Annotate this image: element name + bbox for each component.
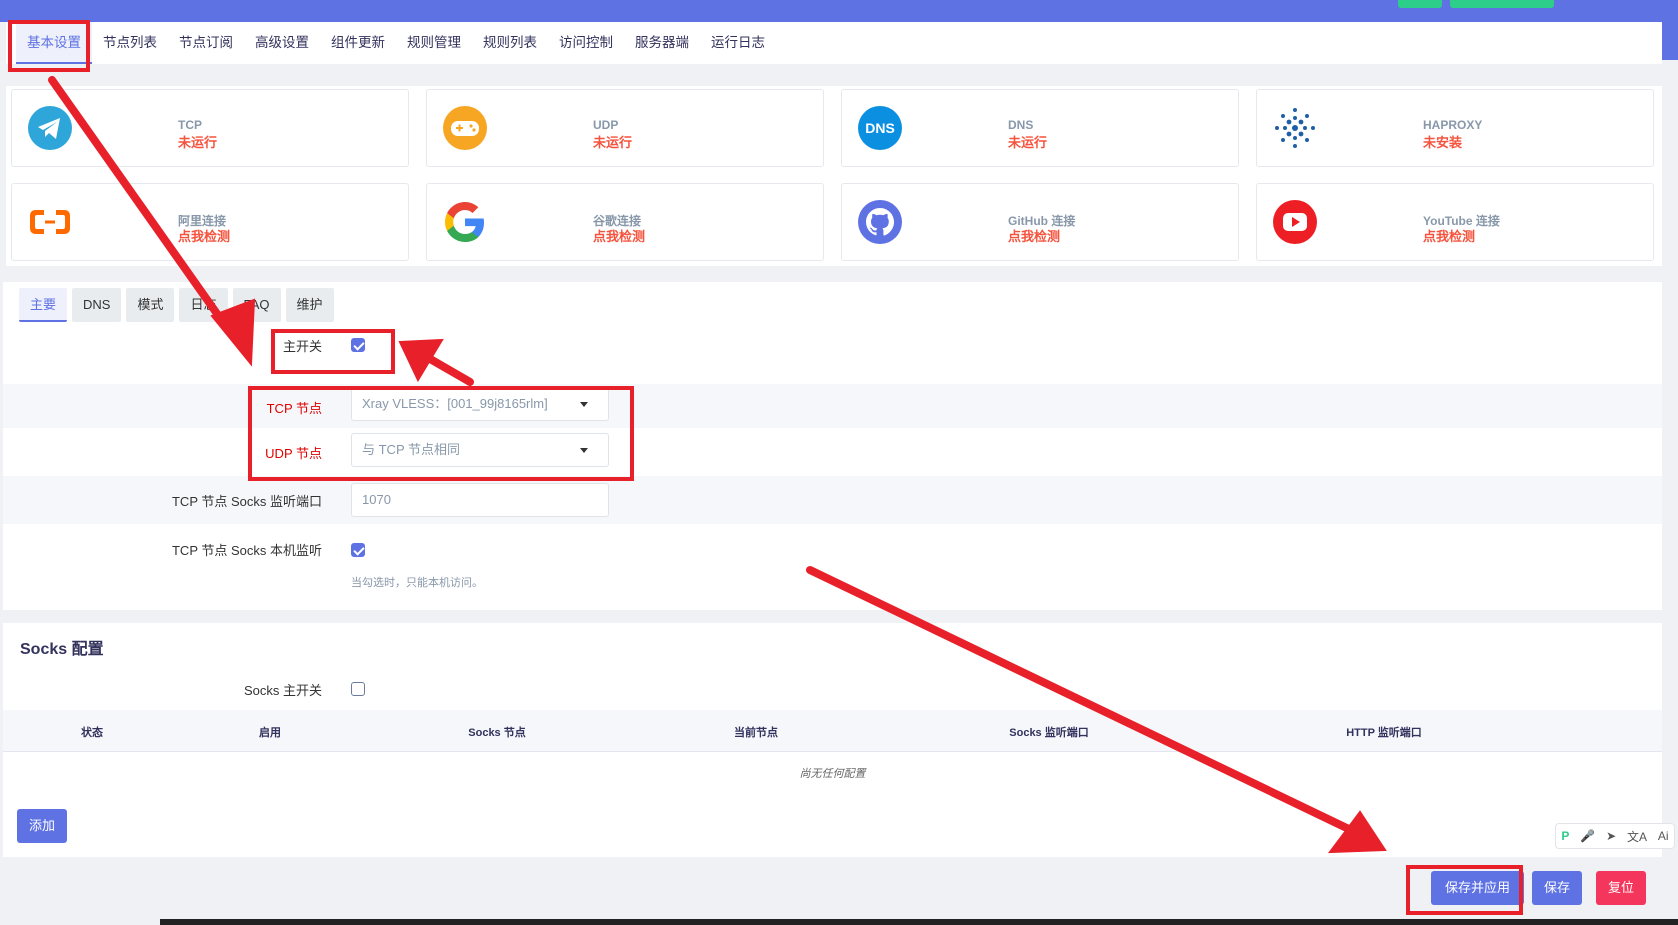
socks-switch-checkbox[interactable]	[351, 682, 365, 696]
status-value: 未运行	[178, 135, 218, 150]
annotation-box-basic-tab	[8, 20, 90, 72]
status-name: HAPROXY	[1423, 118, 1483, 132]
row-main-switch: 主开关	[3, 322, 1662, 366]
subtab-maintain[interactable]: 维护	[285, 288, 334, 322]
dns-icon: DNS	[858, 106, 902, 150]
annotation-box-main-switch	[271, 329, 395, 374]
annotation-box-node-selects	[248, 386, 634, 481]
tab-rule-manage[interactable]: 规则管理	[396, 22, 472, 64]
status-value[interactable]: 点我检测	[178, 226, 230, 245]
socks-config-title: Socks 配置	[20, 641, 104, 658]
status-card-dns: DNS DNS 未运行	[841, 89, 1239, 167]
socks-local-label: TCP 节点 Socks 本机监听	[171, 543, 322, 558]
mic-icon[interactable]: 🎤	[1580, 829, 1595, 843]
col-enabled: 启用	[259, 727, 281, 739]
subtab-faq[interactable]: FAQ	[232, 288, 281, 322]
header-button-2[interactable]	[1450, 0, 1554, 8]
status-card-udp: UDP 未运行	[426, 89, 824, 167]
status-name: UDP	[593, 118, 619, 132]
scrollbar-track[interactable]	[1662, 22, 1678, 60]
socks-config-panel: Socks 配置 Socks 主开关 状态 启用 Socks 节点 当前节点 S…	[3, 623, 1662, 857]
socks-table-header: 状态 启用 Socks 节点 当前节点 Socks 监听端口 HTTP 监听端口	[3, 710, 1662, 752]
status-value[interactable]: 点我检测	[1008, 226, 1060, 245]
pin-icon[interactable]: P	[1561, 829, 1569, 843]
status-card-youtube[interactable]: YouTube 连接 点我检测	[1256, 183, 1654, 261]
add-socks-button[interactable]: 添加	[17, 809, 68, 843]
socks-port-input[interactable]: 1070	[351, 483, 609, 517]
socks-local-hint: 当勾选时，只能本机访问。	[351, 577, 483, 589]
tab-server[interactable]: 服务器端	[624, 22, 700, 64]
main-tab-bar: 基本设置 节点列表 节点订阅 高级设置 组件更新 规则管理 规则列表 访问控制 …	[6, 22, 1662, 64]
header-button-1[interactable]	[1398, 0, 1442, 8]
status-card-github[interactable]: GitHub 连接 点我检测	[841, 183, 1239, 261]
haproxy-icon	[1275, 108, 1315, 148]
socks-local-checkbox[interactable]	[351, 543, 365, 557]
tab-component-update[interactable]: 组件更新	[320, 22, 396, 64]
col-socks-node: Socks 节点	[468, 727, 526, 739]
annotation-box-save-apply	[1406, 865, 1523, 915]
subtab-log[interactable]: 日志	[179, 288, 228, 322]
status-value[interactable]: 点我检测	[593, 226, 645, 245]
tab-rule-list[interactable]: 规则列表	[472, 22, 548, 64]
status-card-aliyun[interactable]: 阿里连接 点我检测	[11, 183, 409, 261]
row-socks-port: TCP 节点 Socks 监听端口 1070	[3, 476, 1662, 524]
bottom-edge-bar	[160, 919, 1678, 925]
save-button[interactable]: 保存	[1532, 871, 1583, 905]
tab-node-list[interactable]: 节点列表	[92, 22, 168, 64]
row-socks-local: TCP 节点 Socks 本机监听 当勾选时，只能本机访问。	[3, 524, 1662, 604]
subtab-dns[interactable]: DNS	[72, 288, 122, 322]
status-name: TCP	[178, 118, 202, 132]
reset-button[interactable]: 复位	[1596, 871, 1647, 905]
col-status: 状态	[81, 727, 103, 739]
status-value[interactable]: 点我检测	[1423, 226, 1475, 245]
col-socks-port: Socks 监听端口	[1009, 727, 1089, 739]
col-current-node: 当前节点	[734, 727, 778, 739]
subtab-mode[interactable]: 模式	[126, 288, 175, 322]
tab-node-subscribe[interactable]: 节点订阅	[168, 22, 244, 64]
status-name: DNS	[1008, 118, 1034, 132]
status-panel: TCP 未运行 UDP 未运行 DNS DNS 未运行 HAPROXY 未安装 …	[6, 86, 1662, 266]
subtab-main[interactable]: 主要	[19, 288, 68, 322]
telegram-icon	[28, 106, 72, 150]
status-card-haproxy: HAPROXY 未安装	[1256, 89, 1654, 167]
floating-mini-toolbar: P 🎤 ➤ 文A Ai	[1555, 823, 1675, 849]
tab-access-control[interactable]: 访问控制	[548, 22, 624, 64]
google-icon	[445, 202, 484, 242]
youtube-icon	[1273, 200, 1317, 244]
socks-table-empty: 尚无任何配置	[799, 768, 866, 780]
status-value: 未运行	[593, 135, 633, 150]
socks-port-label: TCP 节点 Socks 监听端口	[171, 494, 322, 509]
tab-run-log[interactable]: 运行日志	[700, 22, 776, 64]
translate-icon[interactable]: 文A	[1627, 828, 1647, 845]
aliyun-icon	[30, 210, 70, 234]
socks-switch-label: Socks 主开关	[243, 683, 322, 698]
github-icon	[858, 200, 902, 244]
sub-tab-bar: 主要 DNS 模式 日志 FAQ 维护	[19, 288, 334, 322]
dns-icon-text: DNS	[865, 120, 895, 136]
ai-icon[interactable]: Ai	[1658, 829, 1669, 843]
status-card-google[interactable]: 谷歌连接 点我检测	[426, 183, 824, 261]
status-value: 未安装	[1423, 135, 1463, 150]
tab-advanced-settings[interactable]: 高级设置	[244, 22, 320, 64]
top-header-bar	[0, 0, 1678, 22]
status-value: 未运行	[1008, 135, 1048, 150]
status-card-tcp: TCP 未运行	[11, 89, 409, 167]
col-http-port: HTTP 监听端口	[1346, 727, 1422, 739]
gamepad-icon	[443, 106, 487, 150]
send-icon[interactable]: ➤	[1606, 829, 1616, 843]
